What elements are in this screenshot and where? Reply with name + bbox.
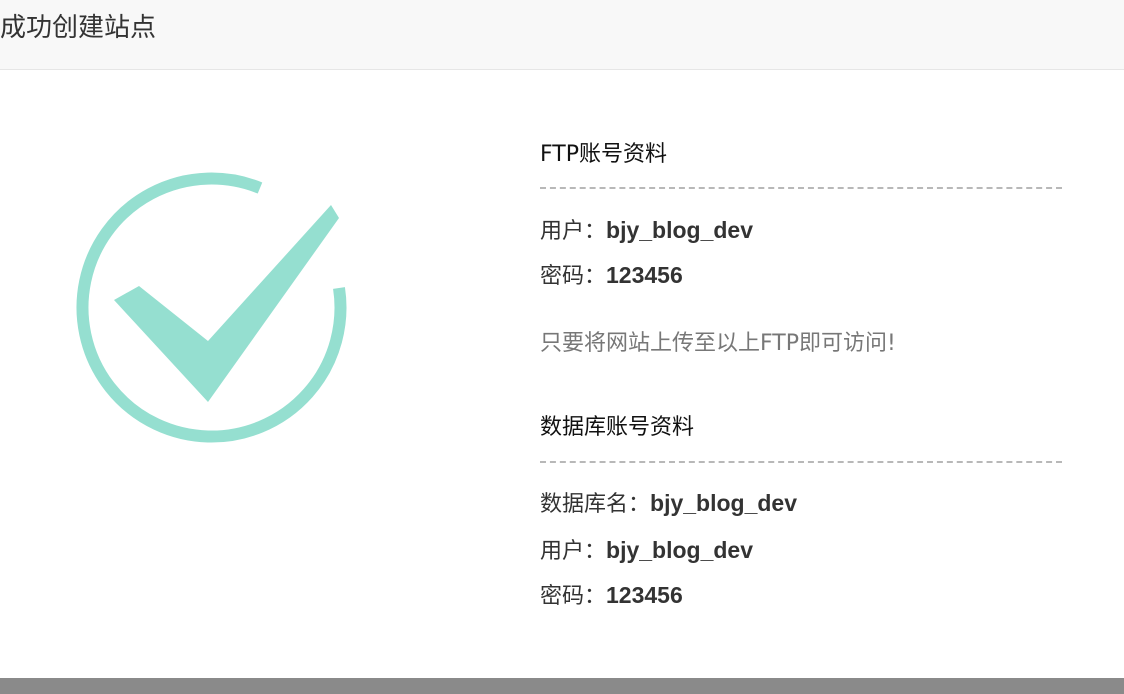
database-password-value: 123456 (606, 582, 683, 608)
upload-note: 只要将网站上传至以上FTP即可访问! (540, 331, 896, 356)
database-user-value: bjy_blog_dev (606, 537, 753, 563)
database-name-label: 数据库名： (540, 492, 651, 517)
dialog-title: 成功创建站点 (0, 13, 157, 43)
database-name-row: 数据库名：bjy_blog_dev (540, 489, 797, 519)
check-circle-icon (76, 172, 347, 443)
ftp-password-label: 密码： (540, 264, 607, 289)
ftp-section-title: FTP账号资料 (540, 142, 667, 167)
database-section-title: 数据库账号资料 (540, 415, 695, 440)
database-user-row: 用户：bjy_blog_dev (540, 536, 753, 566)
ftp-password-row: 密码：123456 (540, 261, 683, 291)
database-password-row: 密码：123456 (540, 581, 683, 611)
database-user-label: 用户： (540, 539, 607, 564)
ftp-user-row: 用户：bjy_blog_dev (540, 216, 753, 246)
ftp-password-value: 123456 (606, 262, 683, 288)
database-password-label: 密码： (540, 584, 607, 609)
check-mark (114, 205, 339, 402)
ftp-divider (540, 187, 1062, 189)
ftp-user-value: bjy_blog_dev (606, 217, 753, 243)
footer-bar (0, 678, 1124, 694)
ftp-user-label: 用户： (540, 219, 607, 244)
account-info-panel: FTP账号资料 用户：bjy_blog_dev 密码：123456 只要将网站上… (540, 0, 1062, 694)
database-name-value: bjy_blog_dev (650, 490, 797, 516)
database-divider (540, 461, 1062, 463)
